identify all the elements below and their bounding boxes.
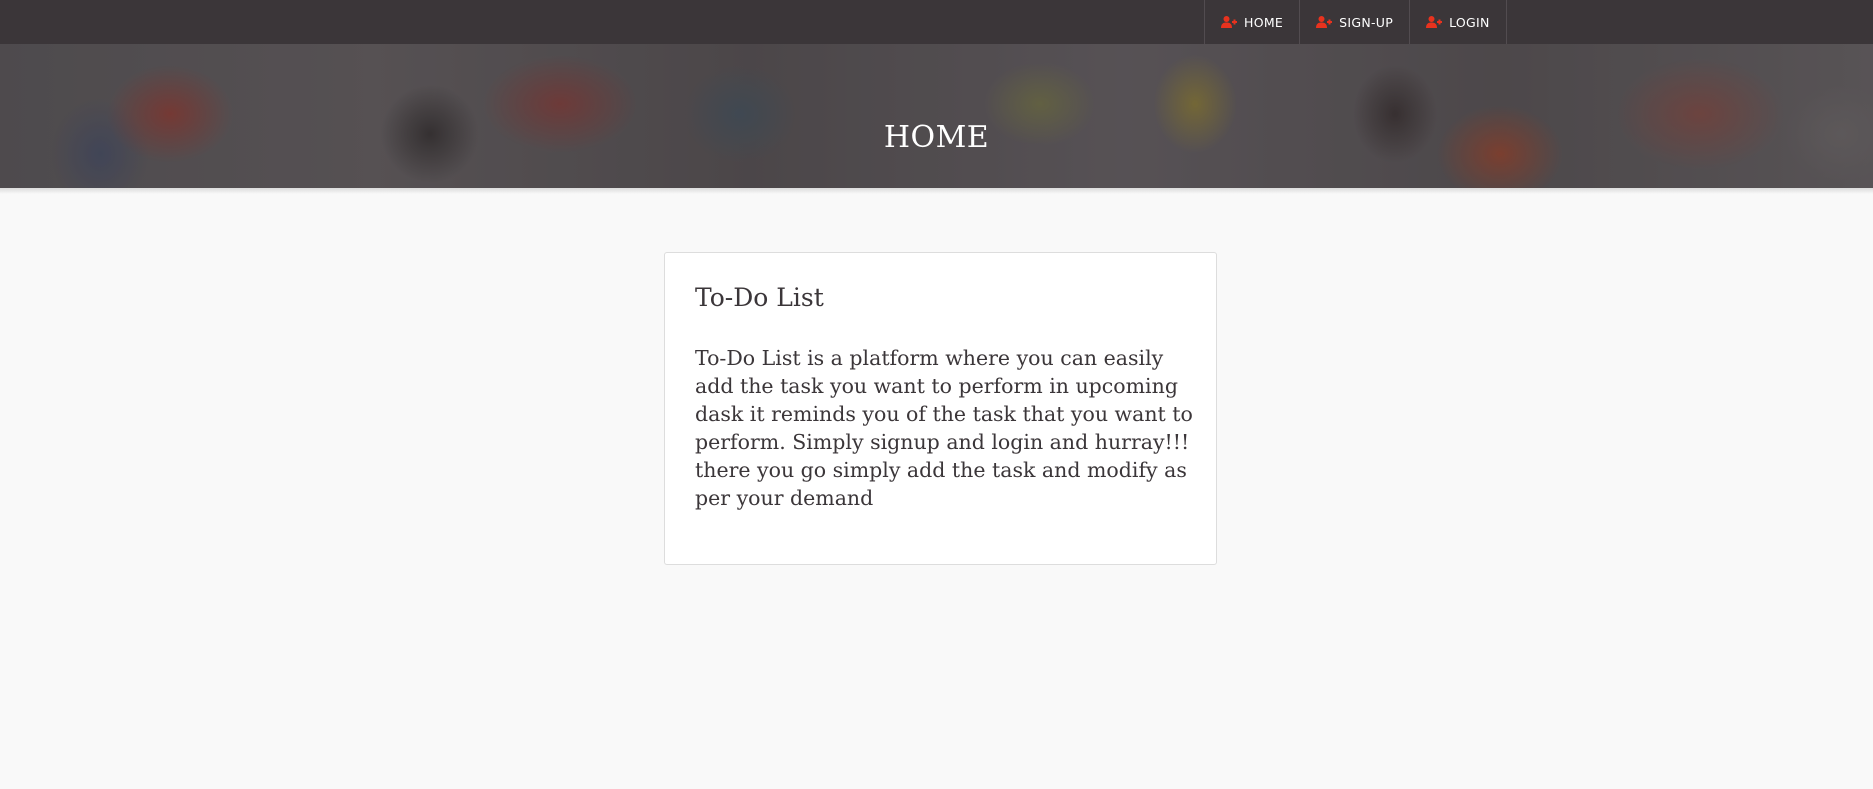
top-navbar: HOME SIGN-UP LOGIN xyxy=(0,0,1873,44)
nav-home-label: HOME xyxy=(1244,14,1284,30)
user-plus-icon xyxy=(1316,16,1333,28)
hero-shadow xyxy=(0,188,1873,194)
card-title: To-Do List xyxy=(695,283,824,312)
nav-signup-link[interactable]: SIGN-UP xyxy=(1300,0,1411,44)
user-plus-icon xyxy=(1426,16,1443,28)
nav-home-link[interactable]: HOME xyxy=(1205,0,1301,44)
info-card: To-Do List To-Do List is a platform wher… xyxy=(664,252,1217,565)
nav-login-link[interactable]: LOGIN xyxy=(1410,0,1507,44)
card-description: To-Do List is a platform where you can e… xyxy=(695,346,1193,510)
nav-login-label: LOGIN xyxy=(1449,14,1490,30)
user-plus-icon xyxy=(1221,16,1237,28)
page-title: HOME xyxy=(883,120,990,155)
nav-signup-label: SIGN-UP xyxy=(1339,14,1394,30)
nav-menu: HOME SIGN-UP LOGIN xyxy=(1204,0,1507,44)
hero-banner: HOME xyxy=(0,44,1873,188)
